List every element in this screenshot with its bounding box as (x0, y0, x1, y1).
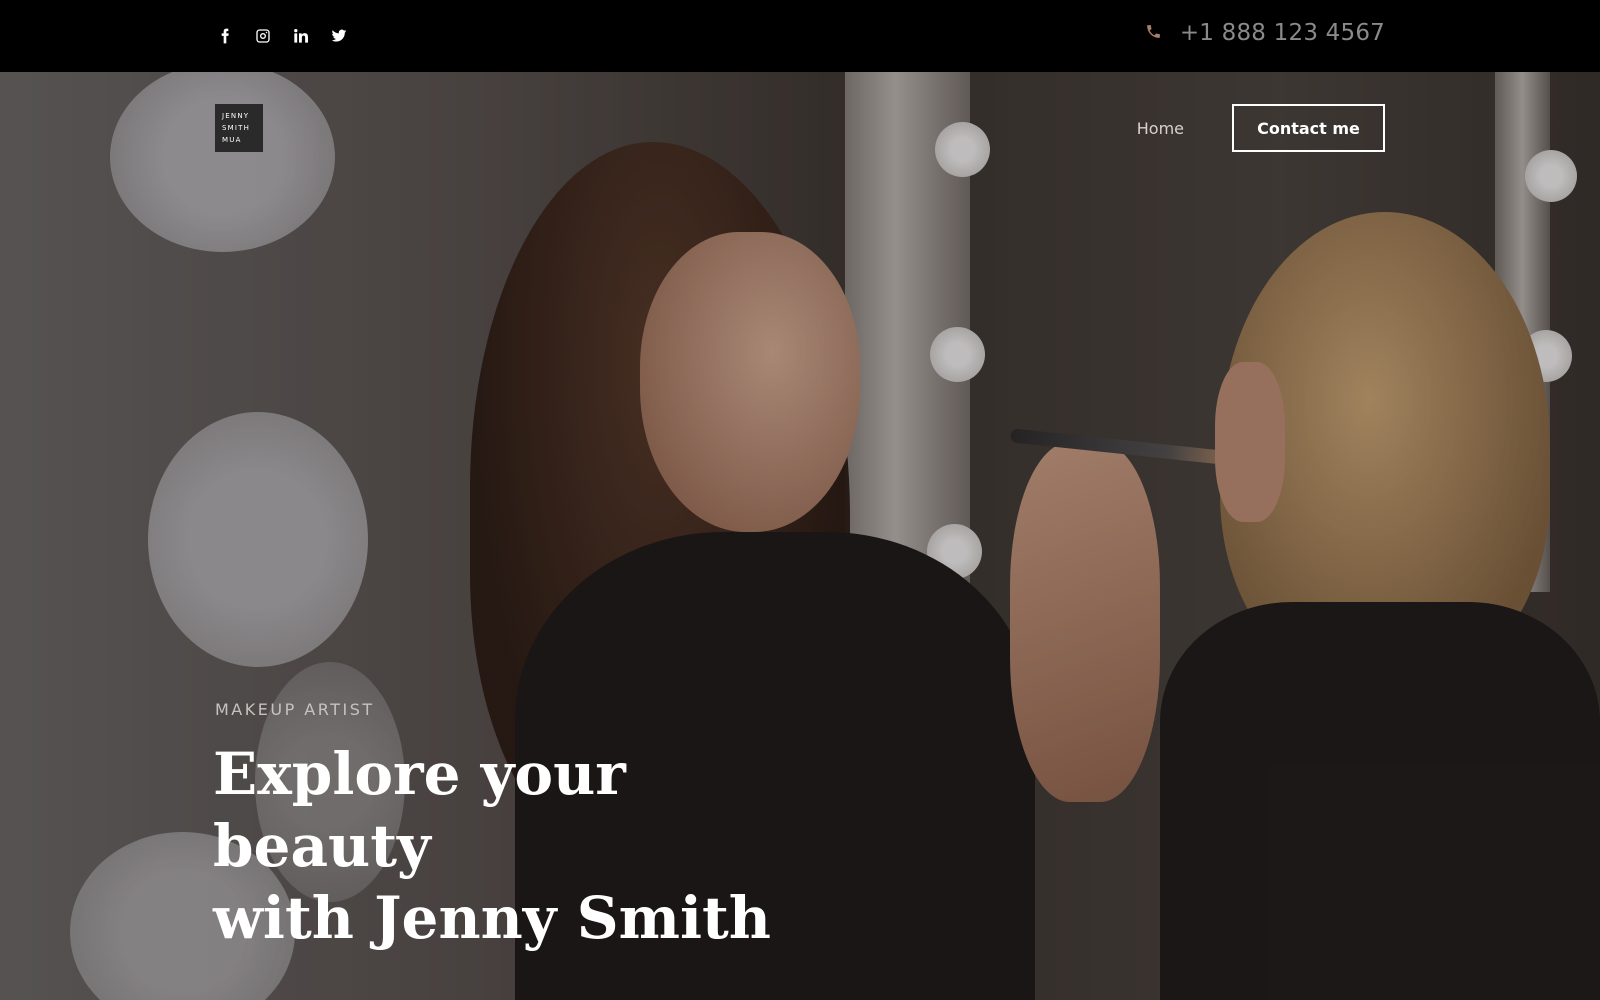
nav-home-link[interactable]: Home (1137, 119, 1184, 138)
linkedin-link[interactable] (291, 24, 310, 48)
twitter-icon (331, 29, 346, 42)
twitter-link[interactable] (329, 24, 348, 48)
facebook-link[interactable] (215, 24, 234, 48)
linkedin-icon (293, 29, 308, 43)
main-nav: Home Contact me (1137, 104, 1385, 152)
logo-line: SMITH (222, 123, 251, 132)
phone-number[interactable]: +1 888 123 4567 (1180, 20, 1385, 46)
headline-line-1: Explore your beauty (213, 740, 626, 880)
instagram-icon (255, 29, 270, 43)
headline-line-2: with Jenny Smith (213, 884, 771, 952)
instagram-link[interactable] (253, 24, 272, 48)
logo-line: MUA (222, 135, 242, 144)
facebook-icon (221, 28, 229, 44)
hero-eyebrow: MAKEUP ARTIST (215, 700, 375, 719)
hero-headline: Explore your beauty with Jenny Smith (213, 738, 833, 954)
site-logo[interactable]: JENNY SMITH MUA (215, 104, 263, 152)
top-bar: +1 888 123 4567 (0, 0, 1600, 72)
phone-contact[interactable]: +1 888 123 4567 (1145, 20, 1385, 46)
logo-line: JENNY (222, 111, 250, 120)
contact-me-button[interactable]: Contact me (1232, 104, 1385, 152)
social-links (215, 24, 348, 48)
phone-icon (1145, 23, 1162, 44)
